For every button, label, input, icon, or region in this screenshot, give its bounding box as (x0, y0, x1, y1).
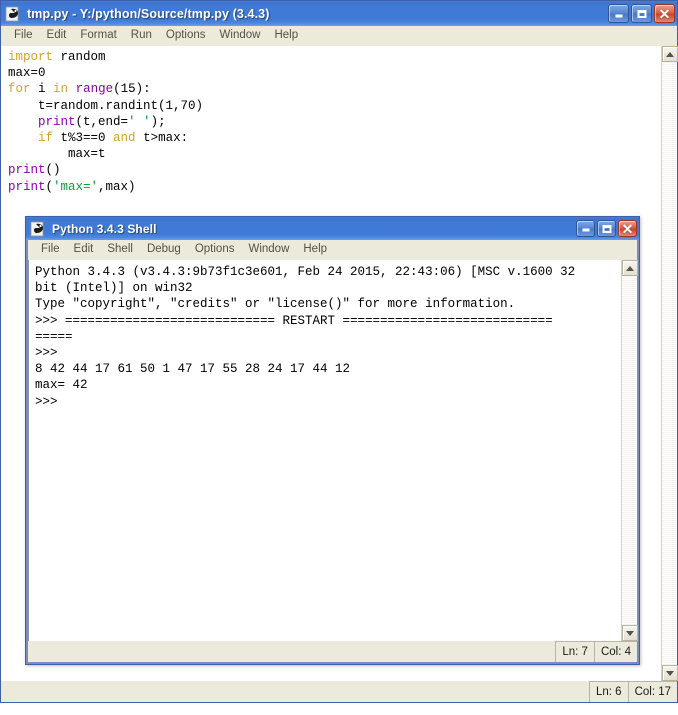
menu-help[interactable]: Help (267, 26, 305, 45)
shell-line: 8 42 44 17 61 50 1 47 17 55 28 24 17 44 … (35, 362, 358, 377)
minimize-button[interactable] (576, 220, 595, 237)
code-token: ( (45, 179, 54, 194)
shell-statusbar: Ln: 7 Col: 4 (28, 641, 637, 662)
menu-window[interactable]: Window (213, 26, 268, 45)
shell-line: >>> (35, 346, 66, 361)
python-idle-icon (5, 5, 23, 23)
editor-line-indicator: Ln: 6 (588, 681, 628, 702)
close-icon: ✕ (658, 5, 671, 22)
shell-window-buttons: ✕ (576, 220, 637, 237)
code-token: print (38, 114, 76, 129)
shell-output-text[interactable]: Python 3.4.3 (v3.4.3:9b73f1c3e601, Feb 2… (29, 260, 621, 641)
minimize-button[interactable] (608, 4, 629, 23)
editor-menubar: File Edit Format Run Options Window Help (1, 26, 677, 46)
menu-edit[interactable]: Edit (40, 26, 74, 45)
code-token: in (53, 82, 69, 97)
maximize-button[interactable] (631, 4, 652, 23)
shell-line: ===== (35, 329, 73, 344)
code-token: for (8, 82, 31, 97)
menu-options[interactable]: Options (159, 26, 213, 45)
shell-line: Python 3.4.3 (v3.4.3:9b73f1c3e601, Feb 2… (35, 265, 576, 279)
menu-file[interactable]: File (7, 26, 40, 45)
menu-options[interactable]: Options (188, 240, 242, 259)
menu-debug[interactable]: Debug (140, 240, 188, 259)
scroll-down-arrow-icon[interactable] (661, 665, 678, 681)
scroll-up-arrow-icon[interactable] (661, 46, 678, 62)
shell-line: bit (Intel)] on win32 (35, 281, 193, 296)
scroll-down-arrow-icon[interactable] (621, 625, 638, 641)
code-token: t%3==0 (53, 131, 114, 146)
editor-statusbar: Ln: 6 Col: 17 (1, 681, 677, 702)
shell-scrollbar[interactable] (621, 260, 638, 641)
code-line: print(t,end=' '); (8, 114, 661, 130)
shell-menubar: File Edit Shell Debug Options Window Hel… (28, 240, 637, 260)
shell-col-indicator: Col: 4 (593, 641, 637, 662)
menu-window[interactable]: Window (241, 240, 296, 259)
shell-line: Type "copyright", "credits" or "license(… (35, 297, 516, 312)
code-token: t>max: (135, 131, 189, 146)
code-line: print() (8, 162, 661, 178)
menu-file[interactable]: File (34, 240, 67, 259)
shell-inner-frame: File Edit Shell Debug Options Window Hel… (26, 240, 639, 664)
editor-col-indicator: Col: 17 (627, 681, 677, 702)
editor-window-buttons: ✕ (608, 4, 675, 23)
shell-line-indicator: Ln: 7 (555, 641, 594, 662)
editor-titlebar[interactable]: tmp.py - Y:/python/Source/tmp.py (3.4.3)… (1, 1, 677, 26)
code-token: max=t (8, 147, 106, 162)
code-token: and (113, 131, 136, 146)
code-line: for i in range(15): (8, 81, 661, 97)
menu-shell[interactable]: Shell (100, 240, 140, 259)
code-token: 'max=' (53, 179, 99, 194)
code-token: random (53, 50, 106, 64)
code-token: print (8, 163, 46, 178)
shell-line: max= 42 (35, 378, 88, 393)
code-line: max=0 (8, 65, 661, 81)
code-token: if (38, 131, 54, 146)
code-token: (t,end= (75, 114, 129, 129)
close-icon: ✕ (621, 220, 634, 237)
menu-format[interactable]: Format (73, 26, 123, 45)
shell-line: >>> (35, 394, 66, 409)
code-line: if t%3==0 and t>max: (8, 130, 661, 146)
code-line: max=t (8, 146, 661, 162)
menu-help[interactable]: Help (296, 240, 334, 259)
code-line: t=random.randint(1,70) (8, 98, 661, 114)
code-line: print('max=',max) (8, 179, 661, 195)
code-token: ); (150, 114, 166, 129)
shell-title-text: Python 3.4.3 Shell (52, 221, 157, 236)
code-token: print (8, 179, 46, 194)
python-idle-icon (30, 220, 48, 238)
shell-content: Python 3.4.3 (v3.4.3:9b73f1c3e601, Feb 2… (28, 260, 638, 641)
shell-window: Python 3.4.3 Shell ✕ File Edit Shell Deb… (25, 216, 640, 665)
code-token: () (45, 163, 61, 178)
menu-run[interactable]: Run (124, 26, 159, 45)
code-token: t=random.randint(1,70) (8, 98, 204, 113)
code-token: (15): (113, 82, 151, 97)
editor-title-text: tmp.py - Y:/python/Source/tmp.py (3.4.3) (27, 6, 270, 21)
code-token: import (8, 50, 54, 64)
maximize-button[interactable] (597, 220, 616, 237)
code-token: ' ' (128, 114, 151, 129)
desktop-background (0, 703, 678, 715)
editor-scrollbar[interactable] (661, 46, 678, 681)
close-button[interactable]: ✕ (618, 220, 637, 237)
menu-edit[interactable]: Edit (67, 240, 101, 259)
shell-line: >>> ============================ RESTART… (35, 313, 553, 328)
code-token: ,max) (98, 179, 136, 194)
code-line: import random (8, 49, 661, 65)
close-button[interactable]: ✕ (654, 4, 675, 23)
scroll-up-arrow-icon[interactable] (621, 260, 638, 276)
code-token: max=0 (8, 66, 46, 81)
code-token: i (30, 82, 54, 97)
shell-titlebar[interactable]: Python 3.4.3 Shell ✕ (26, 217, 639, 240)
code-token: range (75, 82, 114, 97)
